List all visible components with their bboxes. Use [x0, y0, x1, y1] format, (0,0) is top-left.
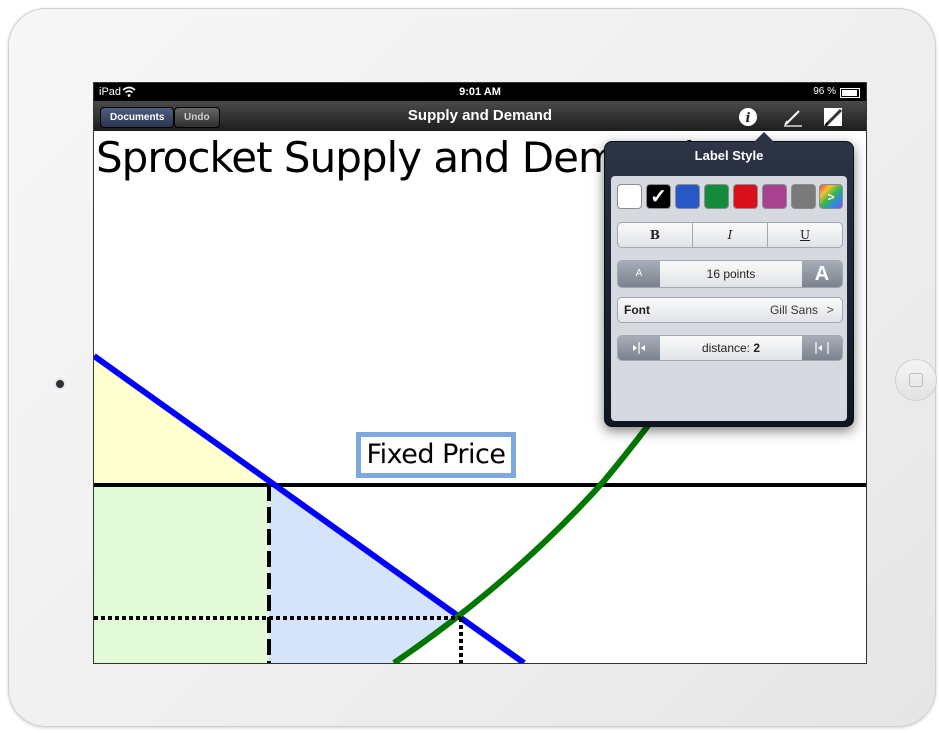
swatch-red[interactable] — [733, 184, 758, 209]
increase-distance-button[interactable] — [802, 336, 842, 360]
bold-button[interactable]: B — [618, 223, 692, 247]
swatch-gray[interactable] — [791, 184, 816, 209]
font-label: Font — [624, 303, 650, 317]
swatch-blue[interactable] — [675, 184, 700, 209]
text-style-control: B I U — [617, 222, 843, 248]
producer-surplus-area — [94, 485, 269, 663]
italic-button[interactable]: I — [693, 223, 767, 247]
battery-icon — [840, 88, 860, 98]
color-swatches: ✓ > — [617, 184, 843, 210]
marker-icon[interactable] — [822, 106, 844, 128]
contract-icon — [633, 342, 645, 354]
font-picker-row[interactable]: Font Gill Sans > — [617, 297, 843, 323]
font-size-stepper: A 16 points A — [617, 260, 843, 288]
pen-icon[interactable] — [782, 106, 804, 128]
distance-value: distance: 2 — [701, 341, 761, 355]
svg-text:i: i — [746, 111, 751, 126]
more-colors-button[interactable]: > — [819, 184, 843, 209]
chevron-right-icon: > — [826, 302, 834, 317]
checkmark-icon: ✓ — [650, 186, 667, 208]
distance-stepper: distance: 2 — [617, 335, 843, 361]
swatch-black[interactable]: ✓ — [646, 184, 671, 209]
font-value: Gill Sans — [769, 303, 818, 317]
status-time: 9:01 AM — [459, 86, 501, 98]
swatch-white[interactable] — [617, 184, 642, 209]
expand-icon — [815, 342, 829, 354]
label-style-popover: Label Style ✓ > B I U A 16 points A Font… — [604, 132, 854, 427]
decrease-distance-button[interactable] — [618, 336, 660, 360]
decrease-size-button[interactable]: A — [618, 261, 660, 287]
battery-percent: 96 % — [813, 86, 836, 97]
camera-icon — [56, 380, 64, 388]
underline-button[interactable]: U — [768, 223, 842, 247]
font-size-value: 16 points — [706, 267, 756, 281]
swatch-purple[interactable] — [762, 184, 787, 209]
fixed-price-label[interactable]: Fixed Price — [356, 432, 516, 478]
chevron-right-icon: > — [827, 190, 835, 204]
status-bar: iPad 9:01 AM 96 % — [94, 83, 866, 101]
home-button[interactable] — [895, 359, 937, 401]
swatch-green[interactable] — [704, 184, 729, 209]
info-icon[interactable]: i — [737, 106, 759, 128]
popover-title: Label Style — [694, 148, 764, 163]
increase-size-button[interactable]: A — [802, 261, 842, 287]
nav-bar: Documents Undo Supply and Demand i — [94, 101, 866, 132]
